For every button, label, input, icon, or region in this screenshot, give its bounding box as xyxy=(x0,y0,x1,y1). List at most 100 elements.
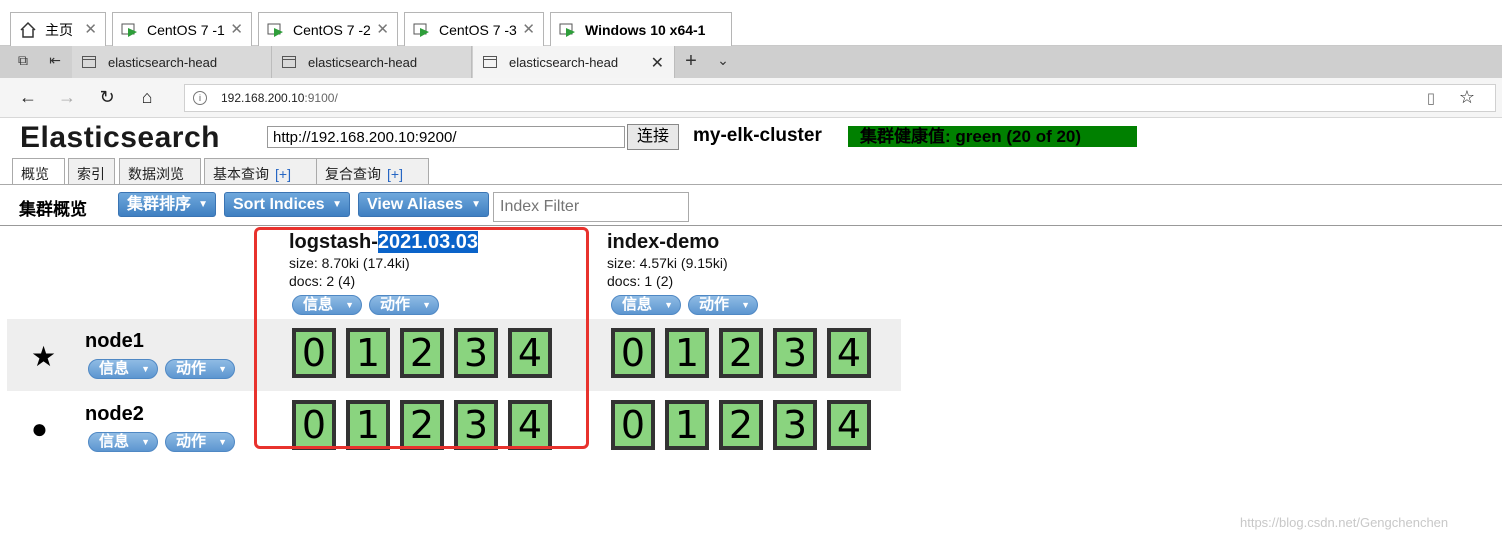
index-header-demo: index-demo size: 4.57ki (9.15ki) docs: 1… xyxy=(607,231,728,290)
browser-tab-label: elasticsearch-head xyxy=(108,54,218,70)
browser-tab-3[interactable]: elasticsearch-head ✕ xyxy=(473,46,675,78)
address-bar-row: ← → ↻ ⌂ i 192.168.200.10:9100/ ▯ ☆ xyxy=(0,78,1502,118)
tab-label: 数据浏览 xyxy=(128,166,184,182)
shard-box[interactable]: 4 xyxy=(827,400,871,450)
node-action-button[interactable]: 动作 ▼ xyxy=(165,432,235,452)
tab-indices[interactable]: 索引 xyxy=(68,158,115,185)
vm-icon xyxy=(121,21,139,39)
button-label: 信息 xyxy=(622,296,653,313)
caret-down-icon: ▼ xyxy=(218,437,227,447)
index-docs: docs: 1 (2) xyxy=(607,273,674,289)
page-icon xyxy=(483,56,497,68)
address-host: 192.168.200.10 xyxy=(221,91,305,105)
shard-box[interactable]: 0 xyxy=(611,400,655,450)
forward-icon[interactable]: → xyxy=(55,87,79,108)
node-name: node2 xyxy=(85,403,144,425)
button-label: View Aliases xyxy=(367,196,464,213)
back-icon[interactable]: ← xyxy=(16,87,40,108)
vm-tab-windows10[interactable]: Windows 10 x64-1 xyxy=(550,12,732,46)
shard-box[interactable]: 2 xyxy=(719,328,763,378)
chevron-down-icon[interactable]: ⌄ xyxy=(712,52,734,72)
tab-label: 概览 xyxy=(21,166,49,182)
vm-tab-home[interactable]: 主页 ✕ xyxy=(10,12,106,46)
address-input[interactable]: i 192.168.200.10:9100/ ▯ ☆ xyxy=(184,84,1496,112)
index-action-button[interactable]: 动作 ▼ xyxy=(688,295,758,315)
shard-box[interactable]: 1 xyxy=(665,328,709,378)
button-label: 信息 xyxy=(99,433,130,450)
circle-icon: ● xyxy=(31,413,48,444)
annotation-highlight-box xyxy=(254,227,589,449)
close-icon[interactable]: ✕ xyxy=(230,20,243,38)
vm-tab-label: CentOS 7 -3 xyxy=(439,21,517,38)
sort-cluster-button[interactable]: 集群排序 ▼ xyxy=(118,192,216,217)
shard-box[interactable]: 4 xyxy=(827,328,871,378)
tab-browser[interactable]: 数据浏览 xyxy=(119,158,201,185)
shard-box[interactable]: 0 xyxy=(611,328,655,378)
vm-tab-label: CentOS 7 -2 xyxy=(293,21,371,38)
index-filter-input[interactable] xyxy=(493,192,689,222)
home-icon[interactable]: ⌂ xyxy=(135,87,159,108)
cluster-url-input[interactable] xyxy=(267,126,625,148)
close-icon[interactable]: ✕ xyxy=(651,53,664,73)
vm-icon xyxy=(267,21,285,39)
vm-tab-label: 主页 xyxy=(45,21,73,38)
close-icon[interactable]: ✕ xyxy=(522,20,535,38)
tab-overview[interactable]: 概览 xyxy=(12,158,65,185)
shard-box[interactable]: 1 xyxy=(665,400,709,450)
caret-down-icon: ▼ xyxy=(332,199,342,210)
sort-indices-button[interactable]: Sort Indices ▼ xyxy=(224,192,350,217)
index-size: size: 4.57ki (9.15ki) xyxy=(607,255,728,271)
node-name: node1 xyxy=(85,330,144,352)
node-action-button[interactable]: 动作 ▼ xyxy=(165,359,235,379)
reading-view-icon[interactable]: ▯ xyxy=(1427,89,1435,107)
caret-down-icon: ▼ xyxy=(141,437,150,447)
address-port: :9100/ xyxy=(304,91,338,105)
shard-box[interactable]: 3 xyxy=(773,328,817,378)
vm-tab-centos1[interactable]: CentOS 7 -1 ✕ xyxy=(112,12,252,46)
tab-basic-query[interactable]: 基本查询 [+] xyxy=(204,158,323,185)
favorite-star-icon[interactable]: ☆ xyxy=(1459,87,1475,108)
browser-tab-1[interactable]: elasticsearch-head xyxy=(72,46,272,78)
close-icon[interactable]: ✕ xyxy=(376,20,389,38)
vm-tab-bar: 主页 ✕ CentOS 7 -1 ✕ CentOS 7 -2 ✕ CentOS … xyxy=(0,0,1502,46)
tab-list-icon[interactable]: ⧉ xyxy=(12,52,34,72)
new-query-button[interactable]: [+] xyxy=(387,166,403,182)
caret-down-icon: ▼ xyxy=(741,300,750,310)
refresh-icon[interactable]: ↻ xyxy=(95,87,119,108)
vm-icon xyxy=(559,21,577,39)
page-icon xyxy=(82,56,96,68)
vm-tab-centos2[interactable]: CentOS 7 -2 ✕ xyxy=(258,12,398,46)
tab-label: 索引 xyxy=(77,166,105,182)
node-info-button[interactable]: 信息 ▼ xyxy=(88,359,158,379)
vm-tab-label: Windows 10 x64-1 xyxy=(585,21,706,38)
button-label: 动作 xyxy=(699,296,730,313)
new-tab-icon[interactable]: + xyxy=(680,50,702,72)
index-info-button[interactable]: 信息 ▼ xyxy=(611,295,681,315)
app-title: Elasticsearch xyxy=(20,121,220,154)
cluster-name: my-elk-cluster xyxy=(693,125,822,146)
address-text: 192.168.200.10:9100/ xyxy=(221,91,338,105)
toolbar-title: 集群概览 xyxy=(19,200,87,219)
vm-tab-centos3[interactable]: CentOS 7 -3 ✕ xyxy=(404,12,544,46)
button-label: 动作 xyxy=(176,433,207,450)
caret-down-icon: ▼ xyxy=(141,364,150,374)
connect-button[interactable]: 连接 xyxy=(627,124,679,150)
new-query-button[interactable]: [+] xyxy=(275,166,291,182)
browser-tab-2[interactable]: elasticsearch-head xyxy=(272,46,472,78)
info-icon[interactable]: i xyxy=(193,91,207,105)
caret-down-icon: ▼ xyxy=(471,199,481,210)
node-info-button[interactable]: 信息 ▼ xyxy=(88,432,158,452)
set-aside-tabs-icon[interactable]: ⇤ xyxy=(44,52,66,72)
browser-tab-label: elasticsearch-head xyxy=(509,54,619,70)
view-aliases-button[interactable]: View Aliases ▼ xyxy=(358,192,489,217)
browser-tab-label: elasticsearch-head xyxy=(308,54,418,70)
shard-box[interactable]: 3 xyxy=(773,400,817,450)
button-label: 信息 xyxy=(99,360,130,377)
tab-label: 复合查询 xyxy=(325,166,381,182)
vm-icon xyxy=(413,21,431,39)
shard-box[interactable]: 2 xyxy=(719,400,763,450)
close-icon[interactable]: ✕ xyxy=(84,20,97,38)
overview-toolbar: 集群概览 集群排序 ▼ Sort Indices ▼ View Aliases ▼ xyxy=(0,185,1502,226)
tab-compound-query[interactable]: 复合查询 [+] xyxy=(316,158,429,185)
vm-tab-label: CentOS 7 -1 xyxy=(147,21,225,38)
